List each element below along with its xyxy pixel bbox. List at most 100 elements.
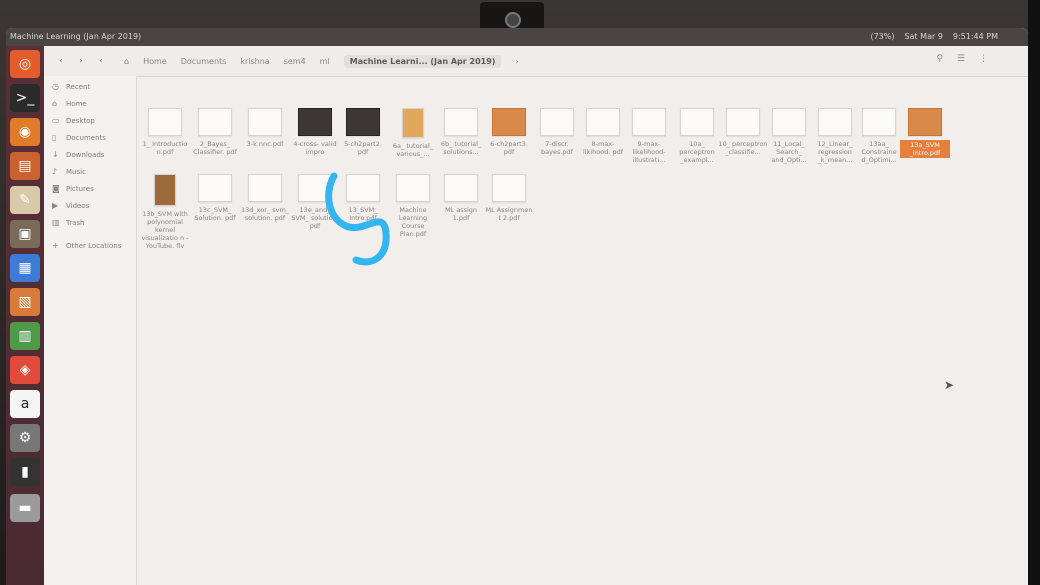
breadcrumb-ml[interactable]: ml [320, 57, 330, 66]
breadcrumb-home[interactable]: Home [143, 57, 167, 66]
breadcrumb-current[interactable]: Machine Learni... (Jan Apr 2019) [343, 54, 502, 68]
breadcrumb-documents[interactable]: Documents [181, 57, 227, 66]
breadcrumb-sem4[interactable]: sem4 [284, 57, 306, 66]
file-item[interactable]: 13aa_ Constraine d_Optimi... [854, 108, 904, 164]
pdf-thumbnail-icon [908, 108, 942, 136]
pdf-thumbnail-icon [396, 174, 430, 202]
sidebar-item-label: Documents [66, 134, 106, 142]
file-item[interactable]: 12_Linear_ regression _k_mean... [810, 108, 860, 164]
pdf-thumbnail-icon [346, 108, 380, 136]
file-item[interactable]: 6-ch2part3. pdf [484, 108, 534, 156]
toolbar-actions: ⚲ ☰ ⋮ [936, 54, 988, 64]
file-item[interactable]: 7-discr. bayes.pdf [532, 108, 582, 156]
pdf-thumbnail-icon [586, 108, 620, 136]
battery-indicator[interactable]: (73%) [870, 28, 894, 46]
file-manager-toolbar: ‹ › ‹ ⌂ Home Documents krishna sem4 ml M… [44, 46, 1028, 77]
pdf-thumbnail-icon [818, 108, 852, 136]
sidebar-item-desktop[interactable]: ▭ Desktop [52, 114, 95, 128]
file-item-selected[interactable]: 13a_SVM _intro.pdf [900, 108, 950, 158]
file-item[interactable]: ML assign 1.pdf [436, 174, 486, 222]
menu-icon[interactable]: ⋮ [979, 54, 988, 64]
file-item[interactable]: 6a_ tutorial_ various_... [388, 108, 438, 158]
mouse-pointer-icon: ➤ [944, 378, 955, 392]
forward-button[interactable]: › [74, 53, 88, 69]
location-left-button[interactable]: ‹ [94, 53, 108, 69]
video-file-icon [154, 174, 176, 206]
sidebar-item-pictures[interactable]: ◙ Pictures [52, 182, 94, 196]
file-item[interactable]: 13b_SVM with polynomial kernel visualiza… [140, 174, 190, 250]
window-title: Machine Learning (Jan Apr 2019) [10, 32, 142, 41]
sidebar-item-videos[interactable]: ▶ Videos [52, 199, 89, 213]
system-tray: (73%) Sat Mar 9 9:51:44 PM [870, 28, 998, 46]
pdf-thumbnail-icon [444, 108, 478, 136]
lock-icon[interactable]: ▮ [10, 458, 40, 486]
sidebar-item-downloads[interactable]: ↓ Downloads [52, 148, 104, 162]
file-item[interactable]: 10a_ perceptron _exampl... [672, 108, 722, 164]
top-panel: Machine Learning (Jan Apr 2019) (73%) Sa… [6, 28, 1028, 46]
chevron-right-icon[interactable]: › [515, 57, 518, 66]
sidebar-item-other-locations[interactable]: + Other Locations [52, 239, 121, 253]
file-item[interactable]: 11_Local_ Search_ and_Opti... [764, 108, 814, 164]
files-icon[interactable]: ▤ [10, 152, 40, 180]
amazon-icon[interactable]: a [10, 390, 40, 418]
file-item[interactable]: 3-k nnc.pdf [240, 108, 290, 148]
pdf-thumbnail-icon [298, 174, 332, 202]
file-grid: 1_ Introductio n.pdf 2_Bayes_ Classifier… [136, 76, 1028, 585]
sidebar-item-label: Trash [66, 219, 85, 227]
documents-icon: ▯ [52, 133, 57, 142]
view-toggle-icon[interactable]: ☰ [957, 54, 965, 64]
breadcrumb-krishna[interactable]: krishna [240, 57, 269, 66]
terminal-icon[interactable]: >_ [10, 84, 40, 112]
sidebar-item-documents[interactable]: ▯ Documents [52, 131, 106, 145]
file-item[interactable]: 1_ Introductio n.pdf [140, 108, 190, 156]
sidebar-item-home[interactable]: ⌂ Home [52, 97, 87, 111]
file-item[interactable]: 13d_xor_ svm_ solution. pdf [240, 174, 290, 222]
pdf-thumbnail-icon [492, 108, 526, 136]
file-item[interactable]: 9-max- likelihood- illustrati... [624, 108, 674, 164]
clock-indicator[interactable]: 9:51:44 PM [953, 28, 998, 46]
file-item[interactable]: 10_ perceptron _classifie... [718, 108, 768, 156]
file-item[interactable]: 8-max- likihood. pdf [578, 108, 628, 156]
sidebar-item-label: Music [66, 168, 86, 176]
text-editor-icon[interactable]: ✎ [10, 186, 40, 214]
back-button[interactable]: ‹ [54, 53, 68, 69]
sidebar-item-label: Home [66, 100, 87, 108]
file-item[interactable]: 5-ch2part2. pdf [338, 108, 388, 156]
firefox-icon[interactable]: ◉ [10, 118, 40, 146]
pdf-thumbnail-icon [772, 108, 806, 136]
sidebar-item-label: Pictures [66, 185, 94, 193]
home-icon: ⌂ [52, 99, 58, 108]
calc-icon[interactable]: ▥ [10, 322, 40, 350]
writer-icon[interactable]: ▦ [10, 254, 40, 282]
sidebar-item-music[interactable]: ♪ Music [52, 165, 86, 179]
impress-icon[interactable]: ▧ [10, 288, 40, 316]
sidebar-item-recent[interactable]: ◷ Recent [52, 80, 90, 94]
file-item[interactable]: 13c_SVM_ Solution. pdf [190, 174, 240, 222]
file-item[interactable]: 13e_and_ SVM_ solution. pdf [290, 174, 340, 230]
ubuntu-logo-icon[interactable]: ◎ [10, 50, 40, 78]
date-indicator[interactable]: Sat Mar 9 [905, 28, 943, 46]
settings-icon[interactable]: ⚙ [10, 424, 40, 452]
desktop-icon: ▭ [52, 116, 60, 125]
sidebar-item-label: Recent [66, 83, 91, 91]
pdf-thumbnail-icon [248, 174, 282, 202]
sidebar-item-trash[interactable]: ▥ Trash [52, 216, 85, 230]
home-icon: ⌂ [124, 56, 130, 66]
search-icon[interactable]: ⚲ [936, 54, 943, 64]
pdf-thumbnail-icon [444, 174, 478, 202]
file-item[interactable]: 2_Bayes_ Classifier. pdf [190, 108, 240, 156]
file-item[interactable]: 6b_ tutorial_ solutions... [436, 108, 486, 156]
pdf-thumbnail-icon [632, 108, 666, 136]
file-item[interactable]: 13_SVM_ Intro.pdf [338, 174, 388, 222]
pdf-thumbnail-icon [680, 108, 714, 136]
video-icon: ▶ [52, 201, 59, 210]
sidebar-item-label: Other Locations [66, 242, 122, 250]
image-viewer-icon[interactable]: ▣ [10, 220, 40, 248]
pdf-thumbnail-icon [540, 108, 574, 136]
software-center-icon[interactable]: ◈ [10, 356, 40, 384]
file-item[interactable]: 4-cross- valid impro [290, 108, 340, 156]
drive-icon[interactable]: ▬ [10, 494, 40, 522]
file-item[interactable]: Machine Learning Course Plan.pdf [388, 174, 438, 238]
sidebar-item-label: Videos [66, 202, 90, 210]
file-item[interactable]: ML Assignmen t 2.pdf [484, 174, 534, 222]
